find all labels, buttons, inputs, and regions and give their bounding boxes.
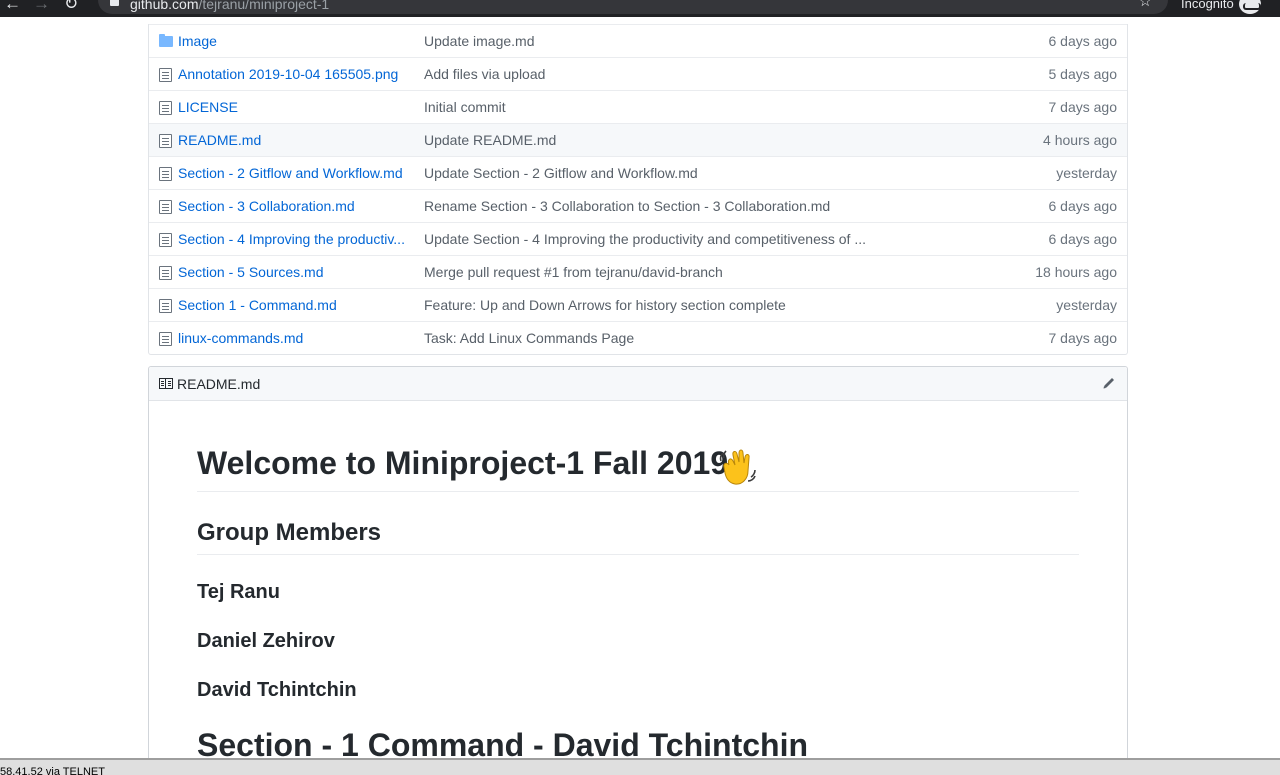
file-name-link[interactable]: Section - 3 Collaboration.md <box>178 190 411 223</box>
readme-header: README.md <box>149 367 1127 401</box>
file-row[interactable]: Section - 2 Gitflow and Workflow.md Upda… <box>149 156 1127 189</box>
commit-message-link[interactable]: Merge pull request #1 from tejranu/david… <box>424 256 884 289</box>
readme-panel: README.md Welcome to Miniproject-1 Fall … <box>148 366 1128 775</box>
commit-age: 6 days ago <box>1048 33 1118 49</box>
incognito-icon[interactable] <box>1239 0 1261 14</box>
file-name-link[interactable]: Image <box>178 25 411 58</box>
file-icon <box>159 134 172 148</box>
commit-message-link[interactable]: Update Section - 4 Improving the product… <box>424 223 884 256</box>
file-row[interactable]: Section 1 - Command.md Feature: Up and D… <box>149 288 1127 321</box>
commit-message-link[interactable]: Feature: Up and Down Arrows for history … <box>424 289 884 322</box>
commit-message-link[interactable]: Rename Section - 3 Collaboration to Sect… <box>424 190 884 223</box>
commit-age: 7 days ago <box>1048 99 1118 115</box>
url-text: github.com/tejranu/miniproject-1 <box>130 0 329 12</box>
file-icon <box>159 233 172 247</box>
waving-hand-emoji <box>719 449 756 485</box>
file-row[interactable]: Annotation 2019-10-04 165505.png Add fil… <box>149 57 1127 90</box>
commit-message-link[interactable]: Update README.md <box>424 124 884 157</box>
reload-icon[interactable]: ↻ <box>64 0 78 12</box>
commit-age: 4 hours ago <box>1043 132 1117 148</box>
group-members-heading: Group Members <box>197 515 1079 555</box>
file-icon <box>159 266 172 280</box>
file-name-link[interactable]: README.md <box>178 124 411 157</box>
commit-age: yesterday <box>1056 297 1117 313</box>
lock-icon <box>110 0 119 6</box>
status-bar: 58.41.52 via TELNET <box>0 758 1280 775</box>
forward-arrow-icon[interactable]: → <box>33 0 50 12</box>
file-name-link[interactable]: LICENSE <box>178 91 411 124</box>
file-name-link[interactable]: Section 1 - Command.md <box>178 289 411 322</box>
commit-message-link[interactable]: Initial commit <box>424 91 884 124</box>
commit-message-link[interactable]: Update Section - 2 Gitflow and Workflow.… <box>424 157 884 190</box>
file-row[interactable]: Section - 5 Sources.md Merge pull reques… <box>149 255 1127 288</box>
readme-filename: README.md <box>177 376 261 392</box>
commit-age: yesterday <box>1056 165 1117 181</box>
readme-heading: Welcome to Miniproject-1 Fall 2019 <box>197 445 1079 492</box>
commit-age: 7 days ago <box>1048 330 1118 346</box>
member-name: David Tchintchin <box>197 679 357 701</box>
status-text: 58.41.52 via TELNET <box>0 766 105 775</box>
file-row[interactable]: Image Update image.md 6 days ago <box>149 24 1127 57</box>
file-icon <box>159 332 172 346</box>
book-icon <box>159 378 173 389</box>
file-row[interactable]: linux-commands.md Task: Add Linux Comman… <box>149 321 1127 354</box>
readme-heading-text: Welcome to Miniproject-1 Fall 2019 <box>197 445 729 481</box>
member-name: Daniel Zehirov <box>197 630 335 652</box>
file-name-link[interactable]: Annotation 2019-10-04 165505.png <box>178 58 411 91</box>
file-icon <box>159 200 172 214</box>
url-path: /tejranu/miniproject-1 <box>198 0 330 12</box>
file-icon <box>159 167 172 181</box>
file-icon <box>159 101 172 115</box>
file-name-link[interactable]: linux-commands.md <box>178 322 411 354</box>
commit-age: 6 days ago <box>1048 198 1118 214</box>
file-icon <box>159 68 172 82</box>
file-list: Image Update image.md 6 days ago Annotat… <box>148 24 1128 355</box>
back-arrow-icon[interactable]: ← <box>4 0 21 12</box>
incognito-label: Incognito <box>1181 0 1234 11</box>
file-icon <box>159 299 172 313</box>
url-host: github.com <box>130 0 199 12</box>
pencil-icon[interactable] <box>1101 375 1117 391</box>
file-row[interactable]: README.md Update README.md 4 hours ago <box>149 123 1127 156</box>
commit-message-link[interactable]: Update image.md <box>424 25 884 58</box>
file-row[interactable]: LICENSE Initial commit 7 days ago <box>149 90 1127 123</box>
address-bar[interactable]: github.com/tejranu/miniproject-1 ☆ <box>98 0 1168 14</box>
commit-message-link[interactable]: Task: Add Linux Commands Page <box>424 322 884 354</box>
file-name-link[interactable]: Section - 4 Improving the productiv... <box>178 223 411 256</box>
commit-age: 5 days ago <box>1048 66 1118 82</box>
commit-age: 18 hours ago <box>1035 264 1117 280</box>
browser-toolbar: ← → ↻ github.com/tejranu/miniproject-1 ☆… <box>0 0 1280 17</box>
file-name-link[interactable]: Section - 5 Sources.md <box>178 256 411 289</box>
file-name-link[interactable]: Section - 2 Gitflow and Workflow.md <box>178 157 411 190</box>
commit-message-link[interactable]: Add files via upload <box>424 58 884 91</box>
folder-icon <box>159 34 173 47</box>
bookmark-star-icon[interactable]: ☆ <box>1139 0 1152 10</box>
file-row[interactable]: Section - 4 Improving the productiv... U… <box>149 222 1127 255</box>
file-row[interactable]: Section - 3 Collaboration.md Rename Sect… <box>149 189 1127 222</box>
commit-age: 6 days ago <box>1048 231 1118 247</box>
member-name: Tej Ranu <box>197 581 280 603</box>
